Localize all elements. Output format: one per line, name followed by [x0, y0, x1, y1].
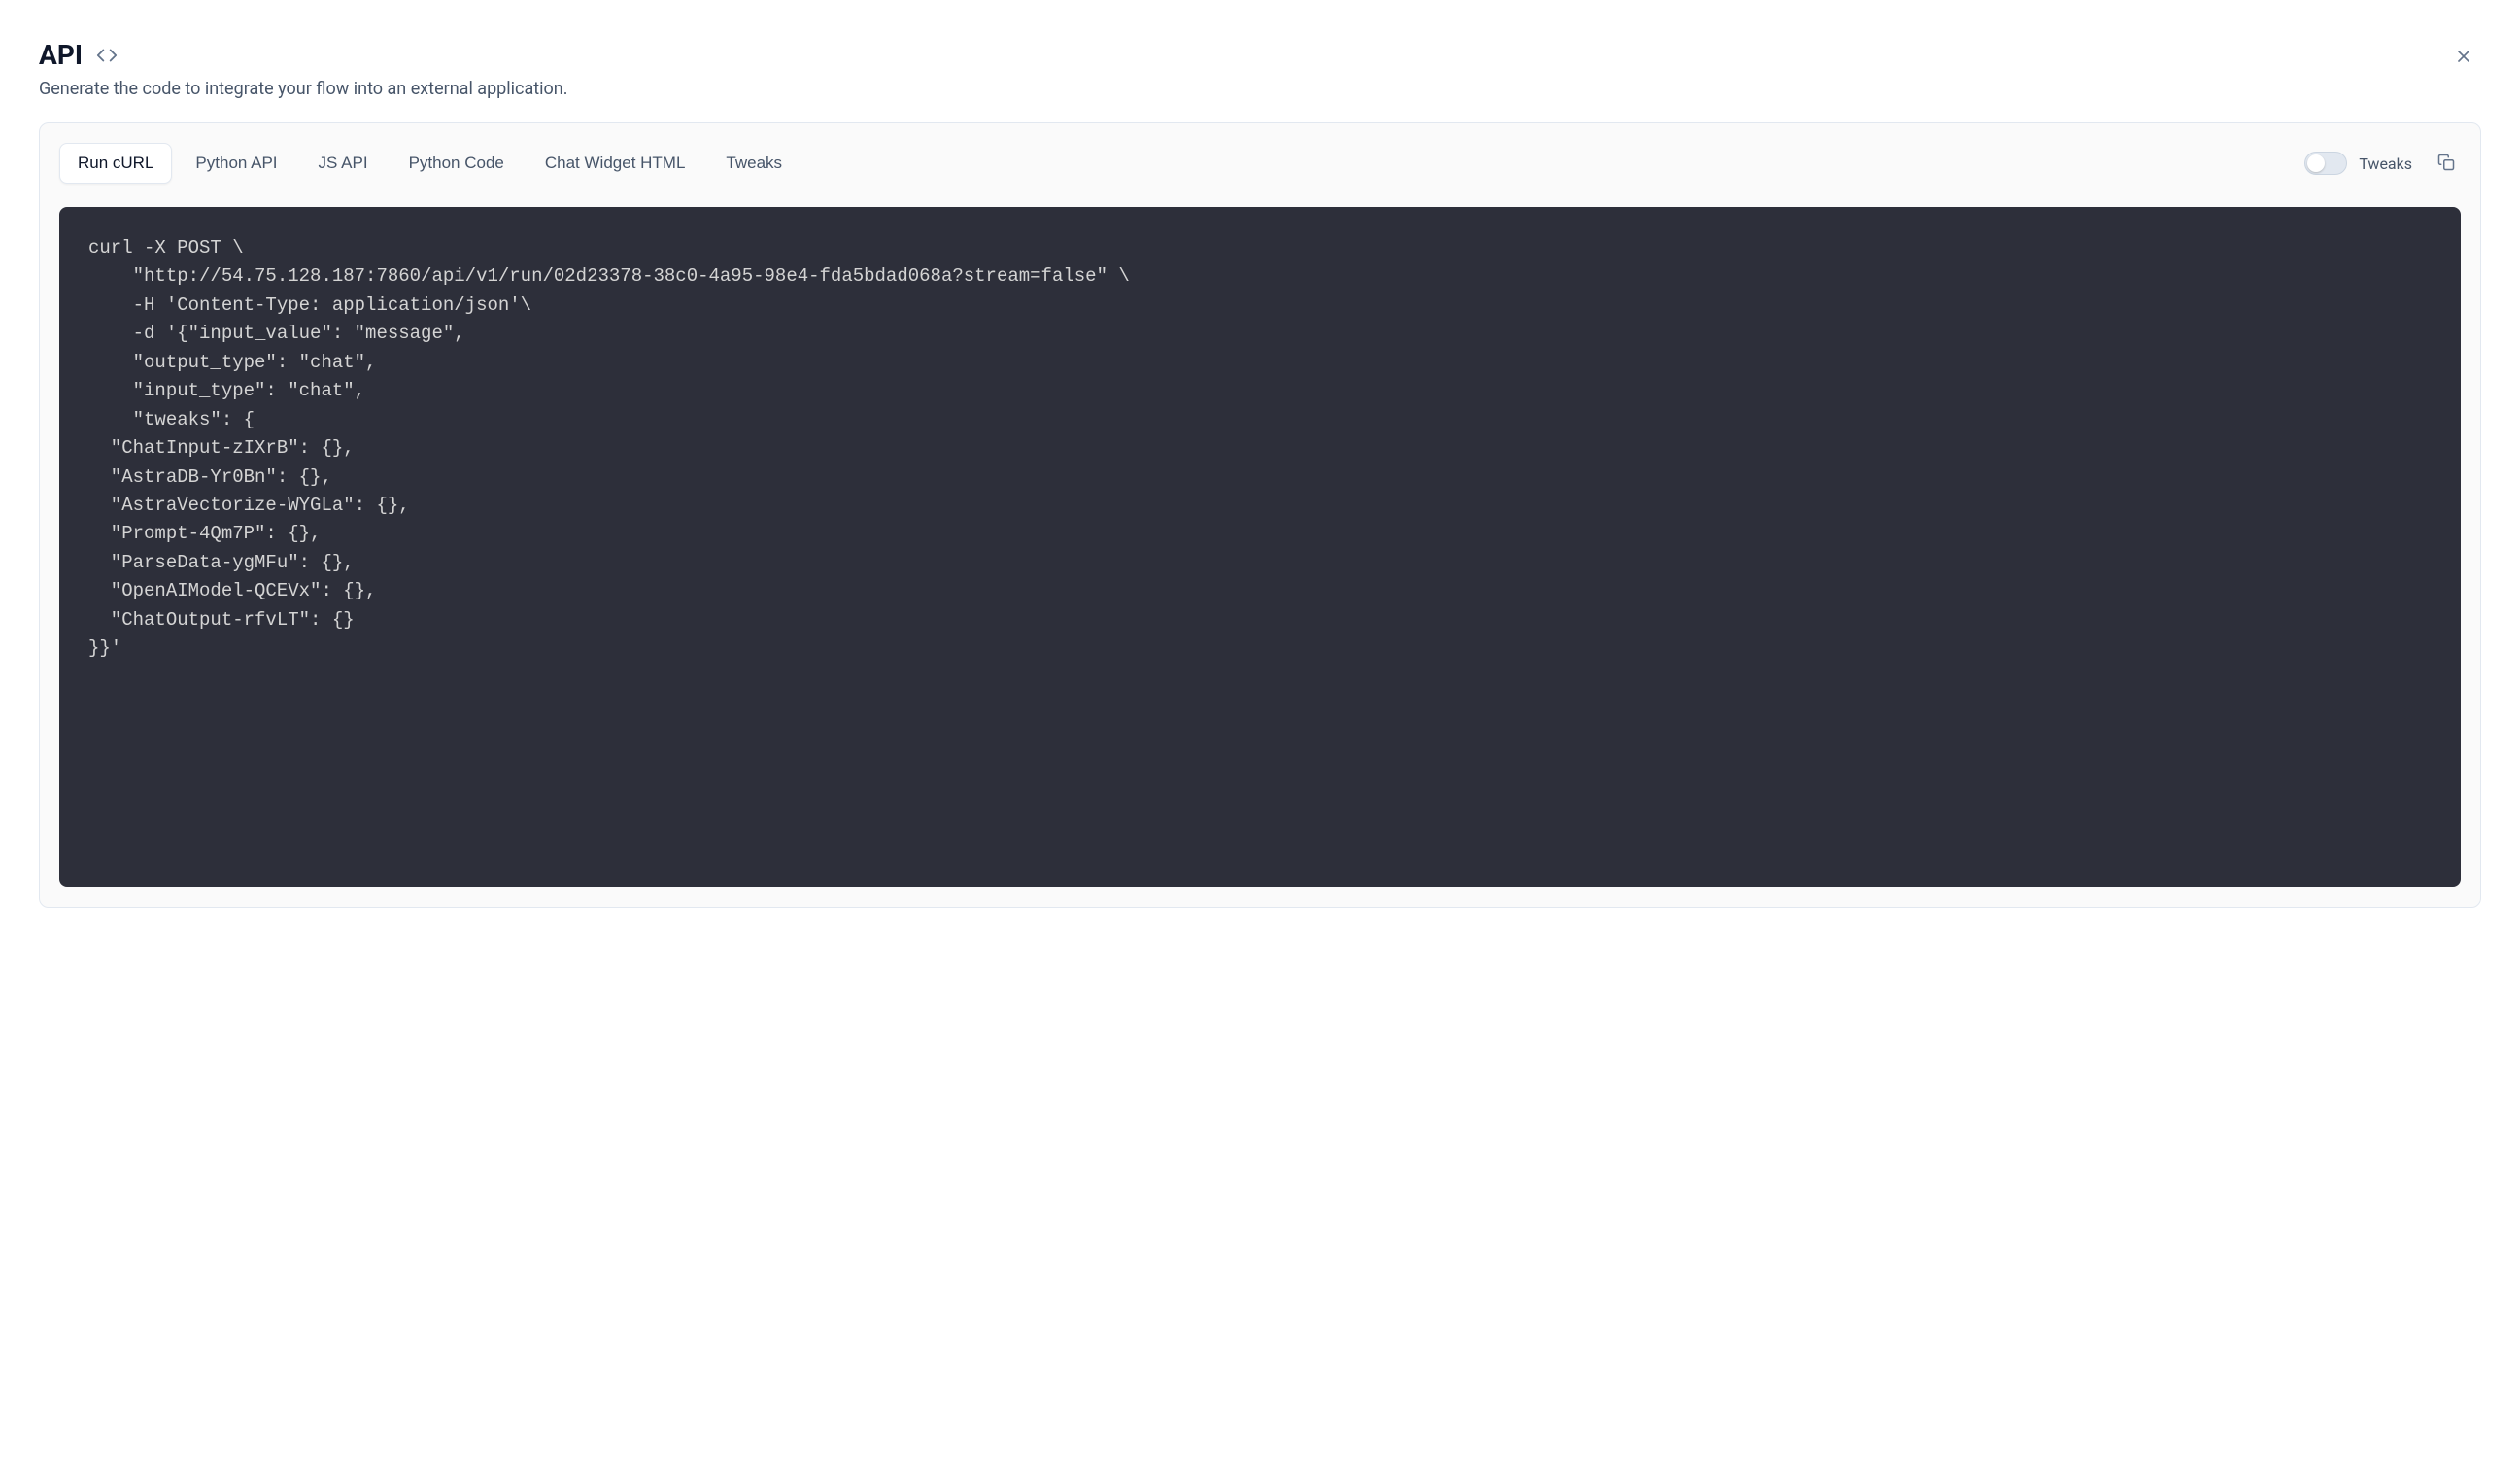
toolbar-right: Tweaks — [2304, 148, 2461, 180]
modal-title: API — [39, 39, 83, 71]
close-button[interactable] — [2446, 39, 2481, 77]
tab-python-code[interactable]: Python Code — [392, 143, 522, 184]
tab-js-api[interactable]: JS API — [301, 143, 386, 184]
modal-header: API Generate the code to integrate your … — [39, 39, 2481, 99]
copy-icon — [2437, 154, 2455, 174]
toggle-knob — [2307, 154, 2325, 172]
code-icon — [96, 45, 118, 66]
modal-subtitle: Generate the code to integrate your flow… — [39, 79, 2481, 99]
copy-button[interactable] — [2432, 148, 2461, 180]
code-block[interactable]: curl -X POST \ "http://54.75.128.187:786… — [59, 207, 2461, 887]
tabs-list: Run cURL Python API JS API Python Code C… — [59, 143, 800, 184]
tab-python-api[interactable]: Python API — [178, 143, 294, 184]
tweaks-toggle-wrapper: Tweaks — [2304, 152, 2412, 175]
api-modal: API Generate the code to integrate your … — [39, 39, 2481, 908]
tab-run-curl[interactable]: Run cURL — [59, 143, 172, 184]
tab-tweaks[interactable]: Tweaks — [708, 143, 800, 184]
close-icon — [2454, 47, 2473, 69]
tab-chat-widget-html[interactable]: Chat Widget HTML — [528, 143, 703, 184]
toolbar: Run cURL Python API JS API Python Code C… — [59, 143, 2461, 184]
title-row: API — [39, 39, 2481, 71]
code-panel: Run cURL Python API JS API Python Code C… — [39, 122, 2481, 908]
tweaks-toggle[interactable] — [2304, 152, 2347, 175]
tweaks-toggle-label: Tweaks — [2359, 154, 2412, 173]
